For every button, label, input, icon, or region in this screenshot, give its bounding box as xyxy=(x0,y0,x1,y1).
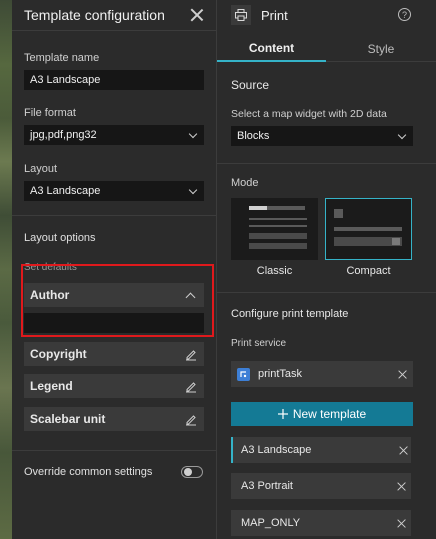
remove-service-icon[interactable] xyxy=(398,370,407,379)
edit-icon[interactable] xyxy=(184,379,198,393)
template-name-input[interactable] xyxy=(24,70,204,90)
author-accordion-header[interactable]: Author xyxy=(24,283,204,307)
close-icon[interactable] xyxy=(190,8,204,22)
remove-template-icon[interactable] xyxy=(397,482,406,491)
chevron-down-icon xyxy=(188,129,198,138)
divider xyxy=(217,292,436,293)
source-hint: Select a map widget with 2D data xyxy=(231,108,387,120)
template-configuration-panel: Template configuration Template name Fil… xyxy=(12,0,217,539)
file-format-label: File format xyxy=(24,107,76,119)
template-item-label: MAP_ONLY xyxy=(241,517,301,529)
layout-label: Layout xyxy=(24,163,58,175)
print-widget-panel: Print ? Content Style Source Select a ma… xyxy=(217,0,436,539)
template-name-label: Template name xyxy=(24,52,100,64)
template-name-field: Template name xyxy=(24,52,204,90)
print-tabs: Content Style xyxy=(217,36,436,62)
map-background-strip xyxy=(0,0,12,539)
file-format-value: jpg,pdf,png32 xyxy=(30,129,97,141)
scalebar-unit-row[interactable]: Scalebar unit xyxy=(24,407,204,431)
layout-select[interactable]: A3 Landscape xyxy=(24,181,204,201)
template-item-a3-portrait[interactable]: A3 Portrait xyxy=(231,473,411,499)
help-icon[interactable]: ? xyxy=(398,8,411,21)
remove-template-icon[interactable] xyxy=(399,446,408,455)
edit-icon[interactable] xyxy=(184,412,198,426)
template-item-label: A3 Landscape xyxy=(241,444,312,456)
scalebar-unit-label: Scalebar unit xyxy=(30,412,106,426)
chevron-down-icon xyxy=(188,185,198,194)
override-common-settings-toggle[interactable] xyxy=(181,466,203,478)
new-template-button[interactable]: New template xyxy=(231,402,413,426)
template-item-map-only[interactable]: MAP_ONLY xyxy=(231,510,411,536)
copyright-row[interactable]: Copyright xyxy=(24,342,204,366)
mode-title: Mode xyxy=(231,177,259,189)
tab-style[interactable]: Style xyxy=(326,36,436,62)
mode-classic-label: Classic xyxy=(256,265,293,277)
chevron-down-icon xyxy=(397,130,407,139)
print-service-icon xyxy=(237,367,250,381)
file-format-select[interactable]: jpg,pdf,png32 xyxy=(24,125,204,145)
print-service-value: printTask xyxy=(258,368,303,380)
template-configuration-header: Template configuration xyxy=(12,0,216,31)
author-input[interactable] xyxy=(24,313,204,333)
source-select[interactable]: Blocks xyxy=(231,126,413,146)
new-template-label: New template xyxy=(292,407,367,421)
source-title: Source xyxy=(231,78,270,92)
divider xyxy=(12,450,216,451)
layout-field: Layout A3 Landscape xyxy=(24,163,204,201)
remove-template-icon[interactable] xyxy=(397,519,406,528)
set-defaults-label: Set defaults xyxy=(24,262,77,273)
layout-value: A3 Landscape xyxy=(30,185,101,197)
panel-title: Template configuration xyxy=(24,7,165,23)
configure-print-template-title: Configure print template xyxy=(231,308,349,320)
print-service-label: Print service xyxy=(231,338,287,349)
mode-classic-card[interactable] xyxy=(231,198,318,260)
print-header: Print ? xyxy=(217,0,436,30)
override-common-settings-label: Override common settings xyxy=(24,466,153,478)
template-item-label: A3 Portrait xyxy=(241,480,293,492)
toggle-knob xyxy=(184,468,192,476)
legend-row[interactable]: Legend xyxy=(24,374,204,398)
printer-icon xyxy=(231,5,251,25)
copyright-label: Copyright xyxy=(30,347,87,361)
mode-compact-label: Compact xyxy=(346,265,391,277)
source-value: Blocks xyxy=(237,130,270,142)
mode-compact-card[interactable] xyxy=(325,198,412,260)
compact-mode-preview xyxy=(334,209,402,246)
edit-icon[interactable] xyxy=(184,347,198,361)
divider xyxy=(12,215,216,216)
tab-content[interactable]: Content xyxy=(217,36,326,62)
layout-options-title: Layout options xyxy=(24,232,96,244)
print-title: Print xyxy=(261,8,288,23)
author-label: Author xyxy=(30,288,70,302)
classic-mode-preview xyxy=(249,206,307,249)
chevron-up-icon xyxy=(185,292,196,302)
plus-icon xyxy=(277,409,288,419)
print-service-row[interactable]: printTask xyxy=(231,361,413,387)
template-item-a3-landscape[interactable]: A3 Landscape xyxy=(231,437,411,463)
legend-label: Legend xyxy=(30,379,73,393)
divider xyxy=(217,163,436,164)
file-format-field: File format jpg,pdf,png32 xyxy=(24,107,204,145)
